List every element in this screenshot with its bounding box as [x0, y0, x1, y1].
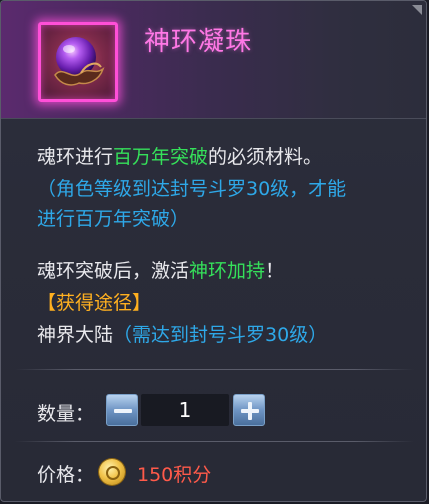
- divider: [15, 369, 414, 370]
- price-label: 价格：: [37, 464, 95, 486]
- item-title: 神环凝珠: [144, 27, 253, 57]
- highlight-text: 百万年突破: [113, 146, 209, 168]
- quantity-increase-button[interactable]: [233, 394, 265, 426]
- purple-orb-icon: [54, 37, 105, 86]
- item-tooltip-panel: 神环凝珠 魂环进行百万年突破的必须材料。 （角色等级到达封号斗罗30级，才能 进…: [0, 0, 427, 502]
- effect-text: 魂环突破后，激活: [37, 260, 190, 282]
- effect-line: 魂环突破后，激活神环加持！: [37, 257, 284, 285]
- description-line-1: 魂环进行百万年突破的必须材料。: [37, 143, 322, 171]
- source-title: 【获得途径】: [37, 292, 152, 314]
- requirement-note-line-2: 进行百万年突破）: [37, 208, 190, 230]
- quantity-label: 数量：: [37, 403, 95, 425]
- corner-marker-icon: [412, 5, 422, 15]
- source-condition: （需达到封号斗罗30级）: [113, 324, 328, 346]
- price-value: 150积分: [137, 464, 212, 486]
- description-text: 魂环进行: [37, 146, 114, 168]
- quantity-decrease-button[interactable]: [106, 394, 138, 426]
- coin-icon: [99, 459, 125, 485]
- source-line: 神界大陆（需达到封号斗罗30级）: [37, 321, 327, 349]
- effect-text: ！: [265, 260, 285, 282]
- source-place: 神界大陆: [37, 324, 114, 346]
- item-icon-frame: [38, 22, 118, 102]
- divider: [15, 441, 414, 442]
- requirement-note-line-1: （角色等级到达封号斗罗30级，才能: [37, 178, 347, 200]
- highlight-text: 神环加持: [189, 260, 266, 282]
- quantity-input[interactable]: 1: [141, 394, 229, 426]
- description-text: 的必须材料。: [208, 146, 323, 168]
